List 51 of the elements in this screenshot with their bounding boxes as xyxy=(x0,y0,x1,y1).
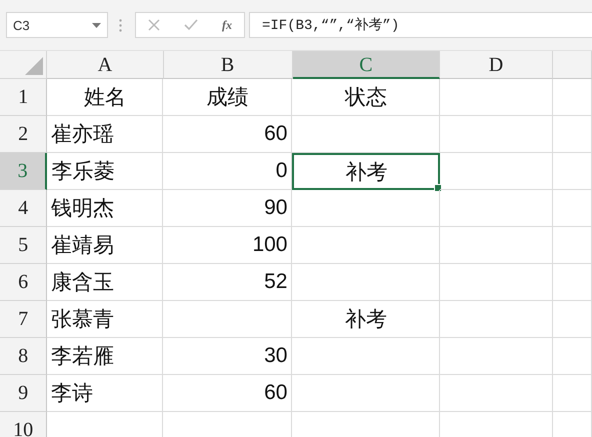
caret-icon xyxy=(92,22,101,28)
formula-field[interactable]: =IF(B3,“”,“补考”) xyxy=(249,12,592,38)
row-header[interactable]: 1 xyxy=(0,79,48,116)
table-cell xyxy=(552,375,592,412)
row-header[interactable]: 7 xyxy=(0,301,48,338)
row-header[interactable]: 10 xyxy=(0,412,48,437)
table-cell xyxy=(552,301,592,338)
table-cell: 李诗 xyxy=(47,375,164,412)
row-header[interactable]: 4 xyxy=(0,190,48,227)
table-cell: 崔靖易 xyxy=(47,227,164,264)
row-header[interactable]: 6 xyxy=(0,264,48,301)
table-cell: 张慕青 xyxy=(47,301,164,338)
row-header[interactable]: 8 xyxy=(0,338,48,375)
column-header[interactable]: C xyxy=(292,51,440,79)
column-header[interactable]: A xyxy=(47,51,164,79)
row-header[interactable]: 3 xyxy=(0,153,48,190)
function-button[interactable]: fx xyxy=(222,18,232,32)
table-cell: 0 xyxy=(163,153,292,190)
table-cell: 李若雁 xyxy=(47,338,164,375)
row-header[interactable]: 2 xyxy=(0,116,48,153)
table-cell xyxy=(552,338,592,375)
table-cell: 钱明杰 xyxy=(47,190,164,227)
table-cell: 100 xyxy=(163,227,292,264)
name-box[interactable]: C3 xyxy=(6,12,108,38)
triangle-icon xyxy=(25,57,44,75)
table-cell: 52 xyxy=(163,264,292,301)
table-cell xyxy=(552,153,592,190)
table-cell: 补考 xyxy=(292,153,440,190)
row-header[interactable]: 5 xyxy=(0,227,48,264)
table-cell: 成绩 xyxy=(163,79,292,116)
table-cell: 李乐菱 xyxy=(47,153,164,190)
table-cell xyxy=(552,264,592,301)
table-cell: 30 xyxy=(163,338,292,375)
table-cell xyxy=(552,190,592,227)
table-cell: 崔亦瑶 xyxy=(47,116,164,153)
column-header[interactable]: D xyxy=(440,51,553,79)
column-header[interactable] xyxy=(552,51,592,79)
table-cell: 补考 xyxy=(292,301,440,338)
table-cell: 90 xyxy=(163,190,292,227)
row-header[interactable]: 9 xyxy=(0,375,48,412)
table-cell xyxy=(552,79,592,116)
table-cell xyxy=(552,227,592,264)
more-icon xyxy=(119,18,122,32)
table-cell: 60 xyxy=(163,116,292,153)
table-cell: 60 xyxy=(163,375,292,412)
table-cell xyxy=(552,116,592,153)
column-header[interactable]: B xyxy=(164,51,293,79)
select-all-button[interactable] xyxy=(0,51,48,79)
table-cell: 状态 xyxy=(292,79,440,116)
table-cell: 姓名 xyxy=(47,79,164,116)
table-cell: 康含玉 xyxy=(47,264,164,301)
